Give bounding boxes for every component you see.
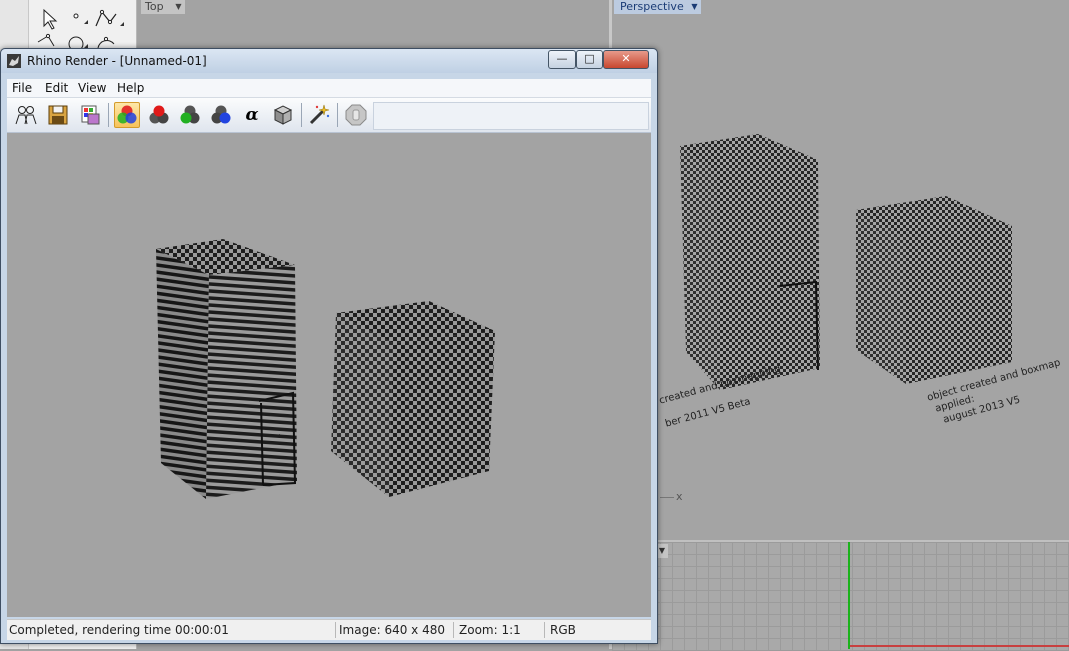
render-window-titlebar[interactable]: Rhino Render - [Unnamed-01] — □ ✕ xyxy=(1,49,657,73)
tall-checker-box xyxy=(680,134,820,390)
palette-icon[interactable] xyxy=(77,102,103,128)
bottom-viewport-grid[interactable] xyxy=(612,540,1069,651)
striped-tall-box xyxy=(156,239,297,499)
status-image-size: Image: 640 x 480 xyxy=(339,623,445,637)
menu-bar: File Edit View Help xyxy=(7,79,651,98)
axis-x-line xyxy=(660,497,674,498)
polyline-icon[interactable] xyxy=(37,33,55,47)
status-message: Completed, rendering time 00:00:01 xyxy=(9,623,229,637)
menu-help[interactable]: Help xyxy=(117,81,144,95)
menu-view[interactable]: View xyxy=(78,81,106,95)
render-window-title: Rhino Render - [Unnamed-01] xyxy=(27,54,207,68)
perspective-scene xyxy=(680,134,1012,390)
render-toolbar: α xyxy=(7,98,651,133)
people-icon[interactable] xyxy=(13,102,39,128)
rhino-app-icon xyxy=(7,54,21,68)
close-button[interactable]: ✕ xyxy=(603,50,649,69)
grey-cube-icon[interactable] xyxy=(270,102,296,128)
red-channel-icon[interactable] xyxy=(146,102,172,128)
status-bar: Completed, rendering time 00:00:01 Image… xyxy=(7,619,651,640)
menu-edit[interactable]: Edit xyxy=(45,81,68,95)
perspective-viewport-menu-arrow[interactable]: ▼ xyxy=(688,0,701,14)
stop-render-icon[interactable] xyxy=(343,102,369,128)
maximize-button[interactable]: □ xyxy=(576,50,603,69)
point-icon[interactable] xyxy=(73,13,88,24)
top-viewport-label[interactable]: Top xyxy=(141,0,175,14)
axis-x-label: x xyxy=(676,490,683,503)
save-icon[interactable] xyxy=(45,102,71,128)
render-image-area[interactable] xyxy=(7,133,651,617)
green-channel-icon[interactable] xyxy=(177,102,203,128)
status-channel: RGB xyxy=(550,623,576,637)
toolbar-filler xyxy=(373,102,649,130)
tools-grid[interactable] xyxy=(34,0,132,48)
minimize-button[interactable]: — xyxy=(548,50,576,69)
top-viewport-menu-arrow[interactable]: ▼ xyxy=(172,0,185,14)
status-zoom: Zoom: 1:1 xyxy=(459,623,521,637)
arc-icon[interactable] xyxy=(97,36,115,48)
alpha-channel-icon[interactable]: α xyxy=(239,102,265,128)
perspective-viewport-label[interactable]: Perspective xyxy=(614,0,694,14)
select-arrow-icon[interactable] xyxy=(43,8,58,30)
checker-box xyxy=(331,301,495,497)
circle-icon[interactable] xyxy=(68,36,88,48)
magic-wand-icon[interactable] xyxy=(306,102,332,128)
blue-channel-icon[interactable] xyxy=(208,102,234,128)
rendered-scene xyxy=(156,239,495,499)
x-axis-line xyxy=(850,645,1069,647)
render-window[interactable]: Rhino Render - [Unnamed-01] — □ ✕ File E… xyxy=(0,48,658,644)
y-axis-line xyxy=(848,542,850,649)
menu-file[interactable]: File xyxy=(12,81,32,95)
rgb-channels-icon[interactable] xyxy=(114,102,140,128)
curve-icon[interactable] xyxy=(95,9,124,27)
short-checker-box xyxy=(856,196,1012,384)
